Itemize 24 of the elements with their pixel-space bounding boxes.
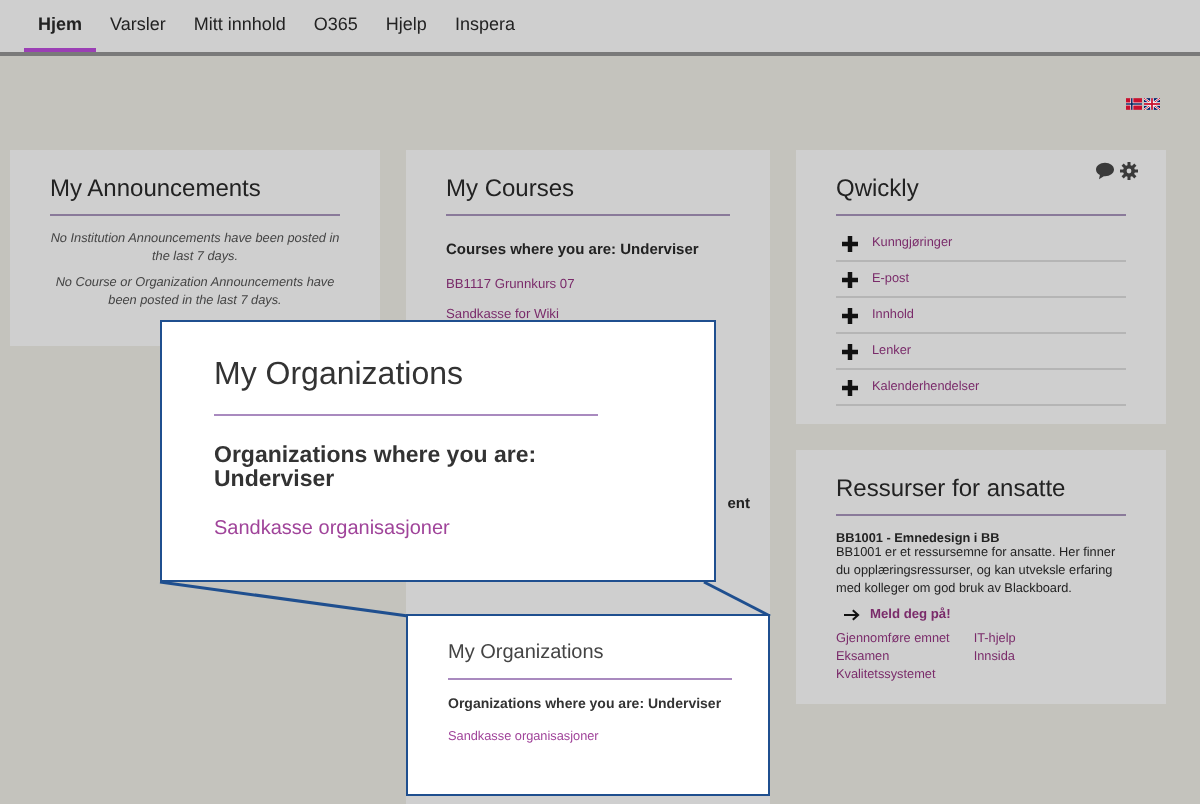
flag-icon[interactable] xyxy=(1144,97,1160,109)
plus-icon xyxy=(842,379,858,395)
nav-tab[interactable]: Inspera xyxy=(440,0,529,52)
plus-icon xyxy=(842,307,858,323)
card-title: My Announcements xyxy=(50,174,263,202)
plus-icon xyxy=(842,271,858,287)
card-title: My Organizations xyxy=(448,642,606,664)
arrow-icon xyxy=(844,608,860,623)
gear-icon[interactable] xyxy=(1120,162,1138,180)
flag-icon[interactable] xyxy=(1126,97,1142,109)
nav-tab[interactable]: O365 xyxy=(299,0,372,52)
callout-heading: Organizations where you are: Underviser xyxy=(214,444,539,492)
nav-tab[interactable]: Mitt innhold xyxy=(179,0,300,52)
card-title: My Courses xyxy=(446,174,577,202)
nav-tab[interactable]: Varsler xyxy=(96,0,180,52)
organization-link[interactable]: Sandkasse organisasjoner xyxy=(214,518,662,540)
card-title: Qwickly xyxy=(836,174,921,202)
plus-icon xyxy=(842,343,858,359)
nav-tab[interactable]: Hjem xyxy=(24,0,97,52)
card-title: Ressurser for ansatte xyxy=(836,474,1068,502)
callout-title: My Organizations xyxy=(214,358,465,394)
plus-icon xyxy=(842,235,858,251)
chat-bubble-icon[interactable] xyxy=(1096,162,1114,180)
nav-tab[interactable]: Hjelp xyxy=(371,0,441,52)
